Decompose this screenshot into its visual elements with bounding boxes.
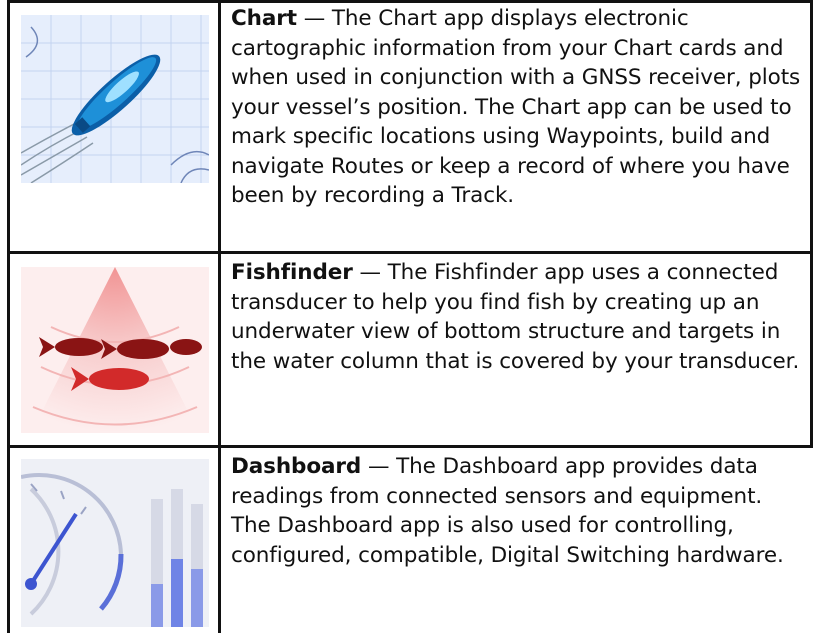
app-title: Chart bbox=[231, 6, 297, 31]
fishfinder-app-icon bbox=[21, 267, 209, 433]
image-cell bbox=[7, 448, 221, 633]
dashboard-app-icon bbox=[21, 459, 209, 627]
description-cell: Chart — The Chart app displays electroni… bbox=[221, 0, 813, 251]
image-cell bbox=[7, 0, 221, 251]
app-table: Chart — The Chart app displays electroni… bbox=[7, 0, 813, 633]
app-title: Fishfinder bbox=[231, 260, 353, 285]
app-title: Dashboard bbox=[231, 454, 362, 479]
description-cell: Fishfinder — The Fishfinder app uses a c… bbox=[221, 254, 813, 445]
dash: — bbox=[361, 454, 397, 479]
description-cell: Dashboard — The Dashboard app provides d… bbox=[221, 448, 813, 633]
image-cell bbox=[7, 254, 221, 445]
table-row: Chart — The Chart app displays electroni… bbox=[7, 0, 813, 251]
dash: — bbox=[296, 6, 332, 31]
chart-app-icon bbox=[21, 15, 209, 183]
dash: — bbox=[352, 260, 388, 285]
app-description: The Chart app displays electronic cartog… bbox=[231, 6, 801, 208]
table-row: Fishfinder — The Fishfinder app uses a c… bbox=[7, 254, 813, 445]
table-row: Dashboard — The Dashboard app provides d… bbox=[7, 448, 813, 633]
